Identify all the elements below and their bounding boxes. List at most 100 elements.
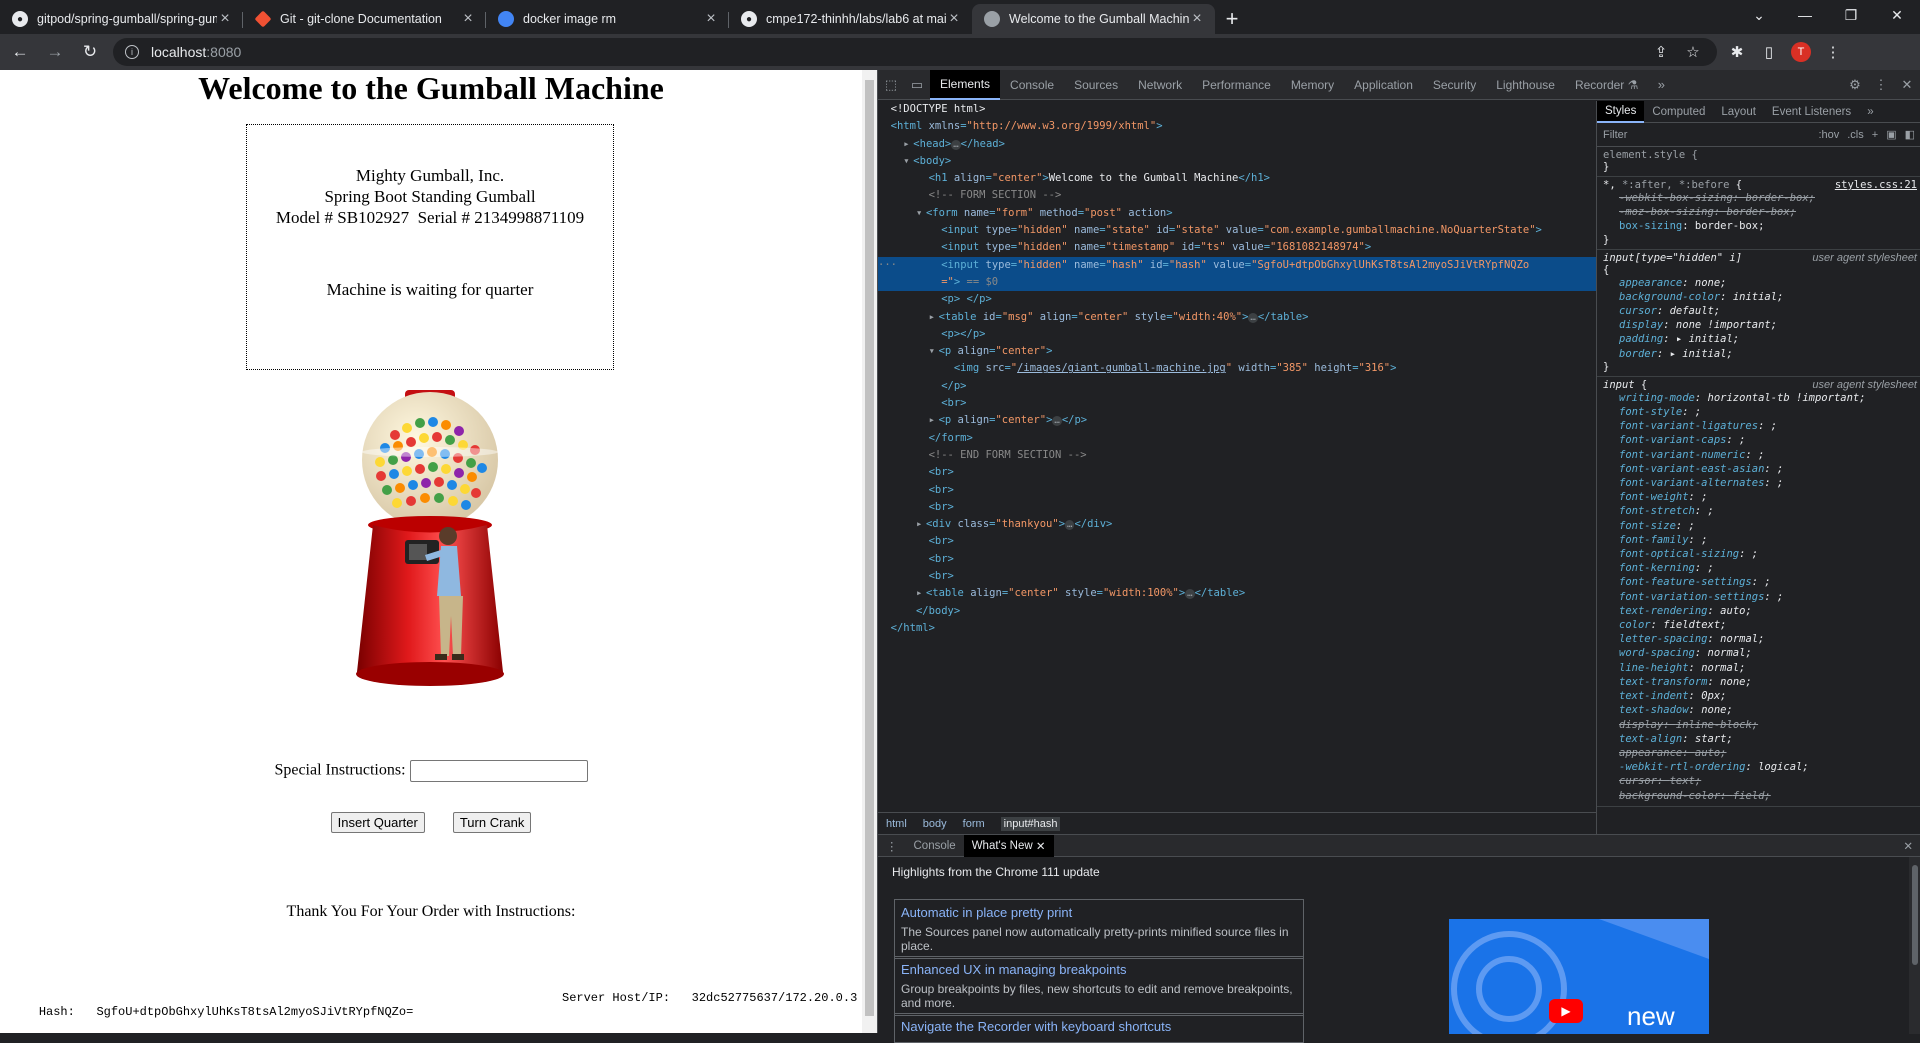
sidebar-toggle-icon[interactable]: ◧ — [1905, 128, 1915, 141]
close-icon[interactable]: × — [217, 10, 233, 28]
dom-node[interactable]: <!DOCTYPE html> — [878, 101, 1596, 118]
dom-node[interactable]: <br> — [878, 395, 1596, 412]
close-icon[interactable]: × — [946, 10, 962, 28]
dom-node[interactable]: <html xmlns="http://www.w3.org/1999/xhtm… — [878, 118, 1596, 135]
collapse-triangle-icon[interactable]: ▾ — [916, 205, 926, 222]
dom-node[interactable]: <br> — [878, 464, 1596, 481]
news-card[interactable]: Navigate the Recorder with keyboard shor… — [894, 1013, 1304, 1043]
special-instructions-input[interactable] — [409, 760, 588, 782]
dom-node[interactable]: </p> — [878, 378, 1596, 395]
forward-icon[interactable]: → — [40, 37, 70, 67]
tab-styles[interactable]: Styles — [1597, 101, 1645, 123]
dom-node[interactable]: ▾ <p align="center"> — [878, 343, 1596, 360]
dom-node[interactable]: ▸ <head>… </head> — [878, 136, 1596, 153]
browser-tab-github-spring-gumball[interactable]: ● gitpod/spring-gumball/spring-gumball × — [0, 4, 243, 34]
dom-node[interactable]: ▸ <div class="thankyou">… </div> — [878, 516, 1596, 533]
profile-avatar[interactable]: T — [1791, 42, 1811, 62]
style-rule-universal[interactable]: styles.css:21 *, *:after, *:before { -web… — [1597, 177, 1920, 250]
style-rule-input-hidden[interactable]: user agent stylesheet input[type="hidden"… — [1597, 250, 1920, 377]
devtools-menu-icon[interactable]: ⋮ — [1868, 70, 1894, 100]
tab-network[interactable]: Network — [1128, 70, 1192, 100]
page-scrollbar[interactable] — [862, 70, 877, 1033]
extensions-puzzle-icon[interactable]: ✱ — [1721, 38, 1753, 66]
expand-triangle-icon[interactable]: ▸ — [903, 136, 913, 153]
tab-computed[interactable]: Computed — [1644, 101, 1713, 123]
expand-triangle-icon[interactable]: ▸ — [916, 585, 926, 602]
ellipsis-icon[interactable]: … — [951, 139, 961, 150]
dom-node[interactable]: <img src="/images/giant-gumball-machine.… — [878, 360, 1596, 377]
dom-node[interactable]: <br> — [878, 499, 1596, 516]
dom-node-selected[interactable]: ··· <input type="hidden" name="hash" id=… — [878, 256, 1596, 274]
tab-lighthouse[interactable]: Lighthouse — [1486, 70, 1565, 100]
new-tab-button[interactable]: + — [1215, 4, 1249, 34]
window-close-icon[interactable]: ✕ — [1874, 0, 1920, 30]
hov-toggle[interactable]: :hov — [1818, 129, 1839, 141]
browser-tab-cmpe172-lab6[interactable]: ● cmpe172-thinhh/labs/lab6 at main × — [729, 4, 972, 34]
youtube-play-icon[interactable]: ▶ — [1549, 999, 1583, 1023]
ellipsis-icon[interactable]: … — [1248, 312, 1258, 323]
tab-layout[interactable]: Layout — [1713, 101, 1764, 123]
side-panel-icon[interactable]: ▯ — [1753, 38, 1785, 66]
dom-node[interactable]: ▸ <table align="center" style="width:100%… — [878, 585, 1596, 602]
breadcrumb-input-hash[interactable]: input#hash — [1000, 816, 1061, 831]
tab-application[interactable]: Application — [1344, 70, 1423, 100]
browser-tab-gumball-machine[interactable]: Welcome to the Gumball Machine × — [972, 4, 1215, 34]
dom-tree[interactable]: <!DOCTYPE html> <html xmlns="http://www.… — [878, 101, 1596, 812]
expand-triangle-icon[interactable]: ▸ — [929, 309, 939, 326]
scrollbar-thumb[interactable] — [865, 80, 874, 1016]
scrollbar-thumb[interactable] — [1912, 865, 1918, 965]
styles-filter-input[interactable]: Filter — [1603, 129, 1810, 141]
close-devtools-icon[interactable]: ✕ — [1894, 70, 1920, 100]
dom-node[interactable]: <p> </p> — [878, 291, 1596, 308]
tab-search-icon[interactable]: ⌄ — [1736, 0, 1782, 30]
address-bar[interactable]: i localhost:8080 ⇪ ☆ — [113, 38, 1717, 66]
dom-node[interactable]: <p></p> — [878, 326, 1596, 343]
tab-console[interactable]: Console — [1000, 70, 1064, 100]
news-title[interactable]: Automatic in place pretty print — [901, 905, 1297, 920]
bookmark-star-icon[interactable]: ☆ — [1677, 38, 1709, 66]
tab-elements[interactable]: Elements — [930, 69, 1001, 100]
browser-tab-docker-image-rm[interactable]: docker image rm × — [486, 4, 729, 34]
insert-quarter-button[interactable]: Insert Quarter — [330, 812, 425, 833]
back-icon[interactable]: ← — [5, 37, 35, 67]
site-info-icon[interactable]: i — [125, 45, 139, 59]
tab-recorder[interactable]: Recorder ⚗ — [1565, 70, 1648, 100]
news-card[interactable]: Enhanced UX in managing breakpoints Grou… — [894, 956, 1304, 1016]
news-title[interactable]: Enhanced UX in managing breakpoints — [901, 962, 1297, 977]
share-icon[interactable]: ⇪ — [1645, 38, 1677, 66]
cls-toggle[interactable]: .cls — [1847, 129, 1864, 141]
close-drawer-icon[interactable]: ✕ — [1895, 835, 1920, 857]
dom-node[interactable]: ▸ <p align="center">… </p> — [878, 412, 1596, 429]
inspect-element-icon[interactable]: ⬚ — [878, 70, 904, 100]
more-tabs-chevron-icon[interactable]: » — [1648, 70, 1674, 100]
dom-node[interactable]: <h1 align="center">Welcome to the Gumbal… — [878, 170, 1596, 187]
collapse-triangle-icon[interactable]: ▾ — [903, 153, 913, 170]
dom-node[interactable]: <br> — [878, 533, 1596, 550]
dom-node[interactable]: <br> — [878, 551, 1596, 568]
tab-performance[interactable]: Performance — [1192, 70, 1281, 100]
menu-kebab-icon[interactable]: ⋮ — [1817, 38, 1849, 66]
breadcrumb-body[interactable]: body — [923, 818, 947, 830]
expand-triangle-icon[interactable]: ▸ — [916, 516, 926, 533]
paint-icon[interactable]: ▣ — [1886, 128, 1896, 141]
style-rule-input[interactable]: user agent stylesheet input { writing-mod… — [1597, 377, 1920, 807]
dom-node[interactable]: <!-- END FORM SECTION --> — [878, 447, 1596, 464]
breadcrumb-form[interactable]: form — [963, 818, 985, 830]
tab-security[interactable]: Security — [1423, 70, 1486, 100]
device-toolbar-icon[interactable]: ▭ — [904, 70, 930, 100]
browser-tab-git-clone-docs[interactable]: Git - git-clone Documentation × — [243, 4, 486, 34]
minimize-icon[interactable]: — — [1782, 0, 1828, 30]
close-icon[interactable]: ✕ — [1036, 839, 1046, 853]
expand-triangle-icon[interactable]: ▸ — [929, 412, 939, 429]
dom-node[interactable]: ▸ <table id="msg" align="center" style="w… — [878, 309, 1596, 326]
breadcrumb-html[interactable]: html — [886, 818, 907, 830]
tab-event-listeners[interactable]: Event Listeners — [1764, 101, 1859, 123]
drawer-menu-icon[interactable]: ⋮ — [878, 835, 906, 857]
dom-node[interactable]: <!-- FORM SECTION --> — [878, 187, 1596, 204]
dom-node[interactable]: <input type="hidden" name="state" id="st… — [878, 222, 1596, 239]
whats-new-video-thumbnail[interactable]: ▶ new — [1449, 919, 1709, 1034]
dom-node[interactable]: </form> — [878, 430, 1596, 447]
style-rule-element[interactable]: element.style { } — [1597, 147, 1920, 177]
ellipsis-icon[interactable]: … — [1052, 416, 1062, 427]
reload-icon[interactable]: ↻ — [75, 37, 105, 67]
